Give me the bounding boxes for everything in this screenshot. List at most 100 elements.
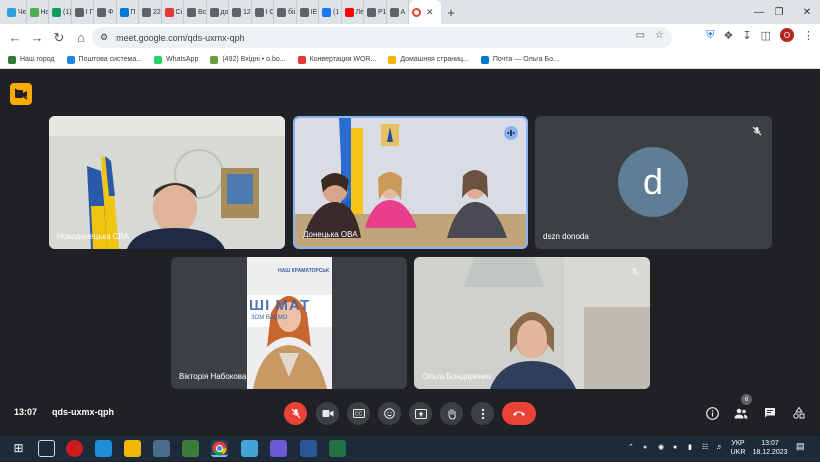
menu-kebab-icon[interactable]: ⋮ [803, 29, 814, 42]
back-button[interactable]: ← [4, 30, 26, 45]
participant-tile[interactable]: Ольга Бондаренко [414, 257, 650, 389]
browser-tab[interactable]: Ф [94, 0, 117, 24]
chat-button[interactable] [760, 403, 780, 423]
browser-tab[interactable]: Вс [184, 0, 207, 24]
bookmark-item[interactable]: Наш город [8, 55, 55, 64]
forward-button[interactable]: → [26, 30, 48, 45]
participant-name: dszn donoda [543, 232, 589, 241]
bookmark-item[interactable]: (492) Вхідні • о.bo... [210, 55, 286, 64]
browser-tab[interactable]: 22 [139, 0, 162, 24]
bookmark-star-icon[interactable]: ☆ [655, 30, 664, 41]
present-screen-button[interactable] [409, 402, 432, 425]
bookmark-favicon-icon [297, 55, 306, 64]
tab-title: Сі [175, 8, 183, 16]
browser-tab[interactable]: Ле [342, 0, 364, 24]
clock-tray[interactable]: 13:07 18.12.2023 [751, 439, 789, 457]
app-icon[interactable] [182, 440, 199, 457]
bookmark-item[interactable]: Конвертация WOR... [297, 55, 376, 64]
home-button[interactable]: ⌂ [70, 30, 92, 45]
tab-favicon-icon [367, 7, 376, 17]
participant-name: Вікторія Набокова [179, 372, 247, 381]
cast-icon[interactable]: ▭ [636, 30, 645, 41]
raise-hand-button[interactable] [440, 402, 463, 425]
browser-tab-active[interactable]: ✕ [409, 0, 441, 24]
tab-title: І С [265, 8, 274, 16]
app-icon[interactable] [270, 440, 287, 457]
network-icon[interactable]: ☷ [702, 443, 708, 452]
mail-icon[interactable] [95, 440, 112, 457]
browser-tab[interactable]: Чє [4, 0, 27, 24]
tray-chevron-icon[interactable]: ⌃ [628, 443, 634, 452]
browser-tab[interactable]: П [117, 0, 139, 24]
shield-extension-icon[interactable]: ⛨ [706, 29, 714, 42]
language-bottom: UKR [730, 449, 746, 456]
close-tab-icon[interactable]: ✕ [426, 7, 434, 18]
tab-favicon-icon [29, 7, 39, 17]
bookmarks-bar: Наш город Поштова система... WhatsApp (492)… [0, 51, 820, 69]
shapes-icon [793, 407, 805, 419]
file-explorer-icon[interactable] [124, 440, 141, 457]
app-icon[interactable] [241, 440, 258, 457]
browser-tab[interactable]: (1) [49, 0, 72, 24]
tray-app-icon[interactable]: ● [643, 443, 647, 452]
bookmark-item[interactable]: Домашняя страниц... [388, 55, 469, 64]
hand-icon [448, 408, 456, 420]
tab-title: Ле [355, 8, 364, 16]
app-icon[interactable] [153, 440, 170, 457]
close-window-button[interactable]: ✕ [787, 0, 820, 24]
windows-start-icon[interactable]: ⊞ [10, 440, 27, 457]
tray-app-icon[interactable]: ◉ [658, 443, 664, 452]
browser-tab[interactable]: до [207, 0, 229, 24]
reload-button[interactable]: ↻ [48, 30, 70, 46]
poster-text-small: ЗОМ ВАЕМО [251, 315, 288, 321]
notifications-icon[interactable]: ▤ [796, 442, 805, 451]
tab-title: Вс [198, 8, 207, 16]
browser-tab[interactable]: ІЕ [297, 0, 319, 24]
reactions-button[interactable] [378, 402, 401, 425]
meeting-info-button[interactable] [702, 403, 722, 423]
captions-button[interactable]: CC [347, 402, 370, 425]
browser-tab[interactable]: Р1 [364, 0, 387, 24]
chrome-icon[interactable] [211, 440, 228, 457]
browser-tab[interactable]: (1 [319, 0, 342, 24]
participant-tile[interactable]: Новодонецька СВА [49, 116, 285, 249]
video-frame [247, 257, 332, 389]
browser-tab[interactable]: біі [274, 0, 297, 24]
browser-tab[interactable]: І Г [72, 0, 94, 24]
windows-taskbar: ⊞ ⌃ ● ◉ ● ▮ ☷ ♬ УКР UKR 13:07 18.12.2023… [0, 436, 820, 461]
mic-toggle-button[interactable] [284, 402, 307, 425]
browser-tab[interactable]: 12 [229, 0, 252, 24]
address-bar[interactable]: ⚙ meet.google.com/qds-uxmx-qph ▭ ☆ [92, 27, 672, 48]
browser-tab[interactable]: А [387, 0, 409, 24]
leave-call-button[interactable] [502, 402, 536, 425]
browser-tab[interactable]: Нс [27, 0, 49, 24]
sidepanel-icon[interactable]: ◫ [761, 29, 771, 42]
bookmark-item[interactable]: Почта — Ольга Бо... [480, 55, 559, 64]
participant-tile[interactable]: d dszn donoda [535, 116, 772, 249]
people-button[interactable] [731, 403, 751, 423]
camera-off-icon[interactable] [10, 83, 32, 105]
participant-tile[interactable]: НАШ КРАМАТОРСЬК ШІ МАТ ЗОМ ВАЕМО Вікторі… [171, 257, 407, 389]
more-options-button[interactable] [471, 402, 494, 425]
battery-icon[interactable]: ▮ [688, 443, 692, 452]
task-view-icon[interactable] [38, 440, 55, 457]
excel-icon[interactable] [329, 440, 346, 457]
microphone-tray-icon[interactable]: ● [673, 443, 677, 452]
profile-avatar[interactable]: О [780, 28, 794, 42]
extensions-puzzle-icon[interactable]: ❖ [724, 29, 734, 42]
word-icon[interactable] [300, 440, 317, 457]
smiley-icon [384, 408, 395, 419]
volume-icon[interactable]: ♬ [716, 443, 723, 452]
new-tab-button[interactable]: + [441, 5, 461, 20]
language-indicator[interactable]: УКР UKR [729, 439, 747, 457]
opera-icon[interactable] [66, 440, 83, 457]
camera-toggle-button[interactable] [316, 402, 339, 425]
bookmark-item[interactable]: WhatsApp [154, 55, 198, 64]
activities-button[interactable] [789, 403, 809, 423]
participant-tile-active-speaker[interactable]: Донецька ОВА [293, 116, 528, 249]
browser-tab[interactable]: Сі [162, 0, 184, 24]
bookmark-item[interactable]: Поштова система... [66, 55, 142, 64]
site-info-icon[interactable]: ⚙ [100, 32, 108, 43]
download-icon[interactable]: ↧ [742, 29, 751, 42]
browser-tab[interactable]: І С [252, 0, 274, 24]
